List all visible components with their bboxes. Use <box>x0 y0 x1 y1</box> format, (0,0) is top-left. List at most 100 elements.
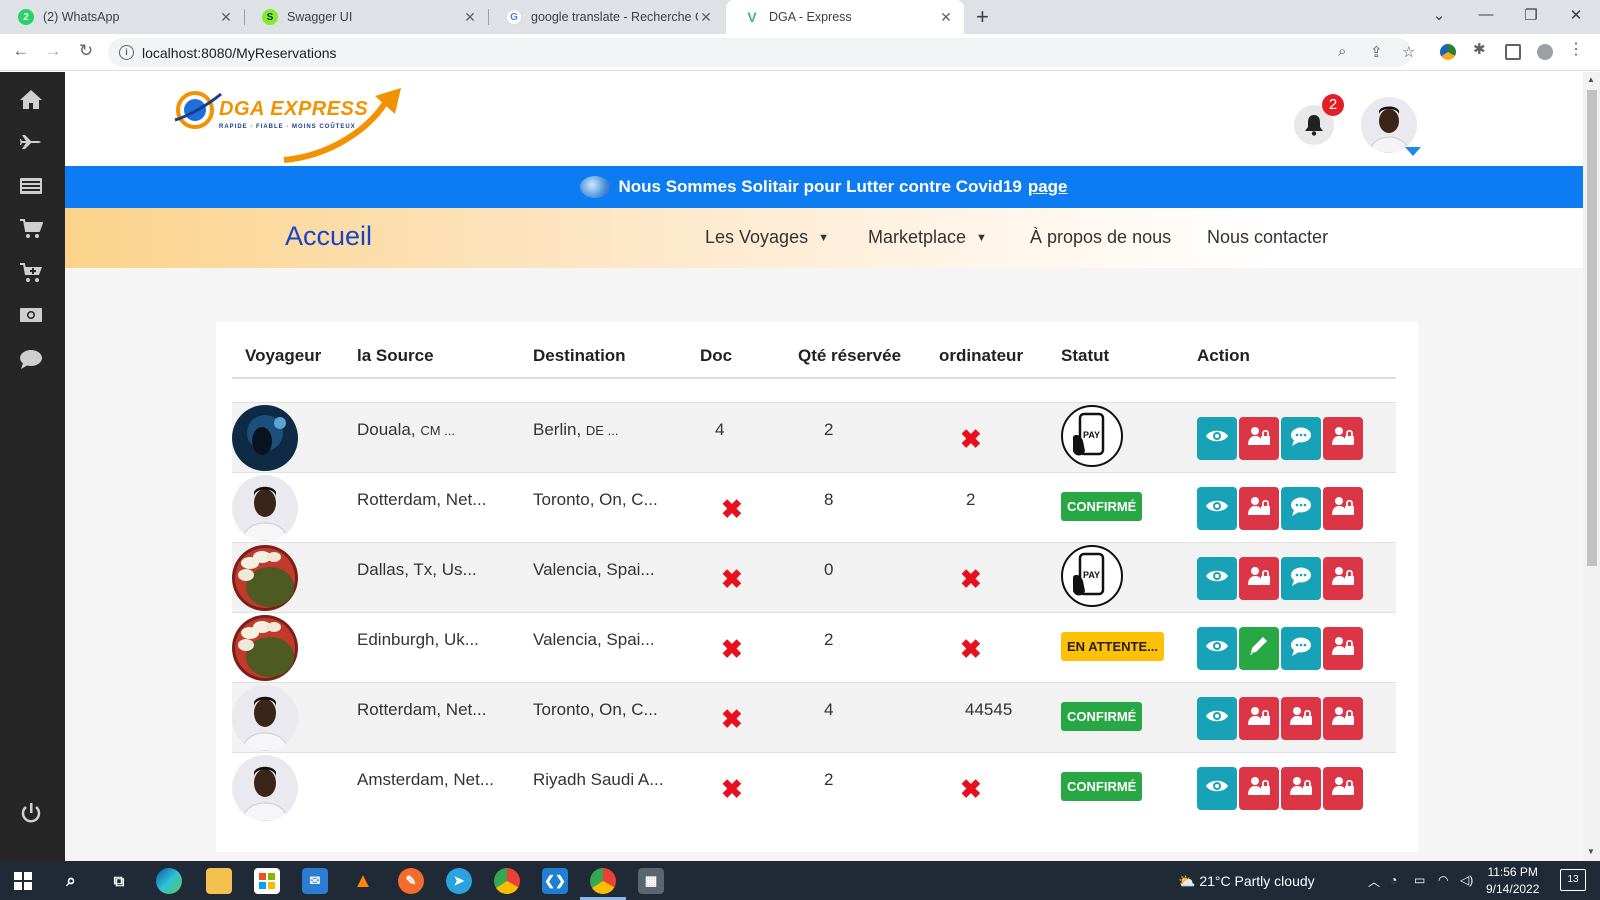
postman-icon[interactable]: ✎ <box>398 868 424 894</box>
system-clock[interactable]: 11:56 PM 9/14/2022 <box>1486 864 1539 898</box>
lock-user-button[interactable] <box>1239 697 1279 740</box>
lock-user-button[interactable] <box>1239 417 1279 460</box>
edit-button[interactable] <box>1239 627 1279 670</box>
extension-globe-icon[interactable] <box>1440 44 1456 60</box>
calculator-icon[interactable]: ▦ <box>638 868 664 894</box>
view-button[interactable] <box>1197 417 1237 460</box>
telegram-icon[interactable]: ➤ <box>446 868 472 894</box>
lock-user-button[interactable] <box>1323 557 1363 600</box>
tray-chevron-icon[interactable]: ︿ <box>1368 873 1380 890</box>
nav-contact-link[interactable]: Nous contacter <box>1207 227 1328 248</box>
windows-start-icon[interactable] <box>10 868 36 894</box>
restore-button[interactable]: ❐ <box>1521 6 1541 24</box>
close-tab-icon[interactable]: ✕ <box>698 9 714 26</box>
pay-status-icon[interactable]: PAY <box>1061 405 1123 467</box>
home-icon[interactable] <box>19 88 45 110</box>
bookmark-star-icon[interactable]: ☆ <box>1402 43 1415 61</box>
tab-dga-express[interactable]: V DGA - Express ✕ <box>726 0 964 34</box>
traveler-avatar[interactable] <box>232 475 298 541</box>
weather-widget[interactable]: ⛅ 21°C Partly cloudy <box>1178 873 1315 890</box>
view-button[interactable] <box>1197 557 1237 600</box>
lock-user-button[interactable] <box>1323 487 1363 530</box>
message-button[interactable] <box>1281 557 1321 600</box>
page-scrollbar[interactable]: ▲ ▼ <box>1583 72 1600 861</box>
tab-search-icon[interactable]: ⌄ <box>1429 6 1449 24</box>
lock-user-button[interactable] <box>1323 697 1363 740</box>
scrollbar-thumb[interactable] <box>1587 90 1597 566</box>
lock-user-button[interactable] <box>1281 697 1321 740</box>
tray-wifi-icon[interactable]: ◠ <box>1438 873 1448 887</box>
close-window-button[interactable]: ✕ <box>1566 6 1586 24</box>
forward-button[interactable]: → <box>42 41 64 61</box>
traveler-avatar[interactable] <box>232 615 298 681</box>
file-explorer-icon[interactable] <box>206 868 232 894</box>
plane-icon[interactable] <box>19 131 45 153</box>
site-info-icon[interactable]: i <box>119 45 134 60</box>
lock-user-button[interactable] <box>1323 627 1363 670</box>
vlc-icon[interactable]: ▲ <box>350 868 376 894</box>
zoom-icon[interactable]: ⌕ <box>1338 43 1346 60</box>
cart-icon[interactable] <box>19 218 45 240</box>
minimize-button[interactable]: — <box>1476 6 1496 23</box>
list-icon[interactable] <box>19 175 45 197</box>
side-panel-icon[interactable] <box>1505 44 1521 60</box>
action-center-icon[interactable]: 13 <box>1560 869 1586 891</box>
close-tab-icon[interactable]: ✕ <box>462 9 478 26</box>
message-button[interactable] <box>1281 627 1321 670</box>
store-icon[interactable] <box>254 868 280 894</box>
traveler-avatar[interactable] <box>232 545 298 611</box>
tab-google-translate[interactable]: G google translate - Recherche Goo ✕ <box>488 0 724 34</box>
view-button[interactable] <box>1197 627 1237 670</box>
tray-network-icon[interactable]: ◔ <box>1390 873 1397 887</box>
message-button[interactable] <box>1281 487 1321 530</box>
close-tab-icon[interactable]: ✕ <box>938 9 954 26</box>
task-view-icon[interactable]: ⧉ <box>106 868 132 894</box>
nav-voyages-dropdown[interactable]: Les Voyages ▼ <box>705 227 829 248</box>
lock-user-button[interactable] <box>1239 767 1279 810</box>
tab-swagger[interactable]: S Swagger UI ✕ <box>244 0 488 34</box>
tray-volume-icon[interactable]: ◁) <box>1460 873 1473 887</box>
extensions-puzzle-icon[interactable]: ✱ <box>1473 40 1489 58</box>
money-icon[interactable] <box>19 304 45 326</box>
message-button[interactable] <box>1281 417 1321 460</box>
edge-icon[interactable] <box>156 868 182 894</box>
lock-user-button[interactable] <box>1323 417 1363 460</box>
scroll-up-arrow-icon[interactable]: ▲ <box>1587 75 1595 84</box>
address-bar[interactable]: i localhost:8080/MyReservations ⌕ ⇪ ☆ <box>108 38 1415 67</box>
tray-battery-icon[interactable]: ▭ <box>1414 873 1425 887</box>
cart-plus-icon[interactable] <box>19 262 45 284</box>
view-button[interactable] <box>1197 697 1237 740</box>
back-button[interactable]: ← <box>10 41 32 61</box>
traveler-avatar[interactable] <box>232 755 298 821</box>
lock-user-button[interactable] <box>1281 767 1321 810</box>
chrome-icon[interactable] <box>494 868 520 894</box>
mail-icon[interactable]: ✉ <box>302 868 328 894</box>
new-tab-button[interactable]: + <box>976 4 989 30</box>
share-icon[interactable]: ⇪ <box>1370 43 1383 61</box>
search-icon[interactable]: ⌕ <box>58 868 84 894</box>
menu-kebab-icon[interactable]: ⋮ <box>1568 39 1584 58</box>
tab-whatsapp[interactable]: 2 (2) WhatsApp ✕ <box>0 0 244 34</box>
banner-link[interactable]: page <box>1028 177 1068 197</box>
chrome-active-icon[interactable] <box>590 868 616 894</box>
pay-status-icon[interactable]: PAY <box>1061 545 1123 607</box>
url-text[interactable]: localhost:8080/MyReservations <box>142 45 337 61</box>
chat-bubble-icon[interactable] <box>19 348 45 370</box>
dga-express-logo[interactable]: DGA EXPRESS RAPIDE · FIABLE · MOINS COÛT… <box>169 80 409 168</box>
close-tab-icon[interactable]: ✕ <box>218 9 234 26</box>
nav-about-link[interactable]: À propos de nous <box>1030 227 1171 248</box>
profile-icon[interactable] <box>1537 44 1553 60</box>
user-menu-caret-icon[interactable] <box>1405 147 1421 156</box>
view-button[interactable] <box>1197 487 1237 530</box>
lock-user-button[interactable] <box>1323 767 1363 810</box>
traveler-avatar[interactable] <box>232 685 298 751</box>
vscode-icon[interactable]: ❮❯ <box>542 868 568 894</box>
nav-marketplace-dropdown[interactable]: Marketplace ▼ <box>868 227 987 248</box>
user-avatar[interactable] <box>1361 97 1417 153</box>
reload-button[interactable]: ↻ <box>75 41 97 61</box>
power-icon[interactable] <box>19 802 45 824</box>
view-button[interactable] <box>1197 767 1237 810</box>
scroll-down-arrow-icon[interactable]: ▼ <box>1587 847 1595 856</box>
traveler-avatar[interactable] <box>232 405 298 471</box>
lock-user-button[interactable] <box>1239 557 1279 600</box>
